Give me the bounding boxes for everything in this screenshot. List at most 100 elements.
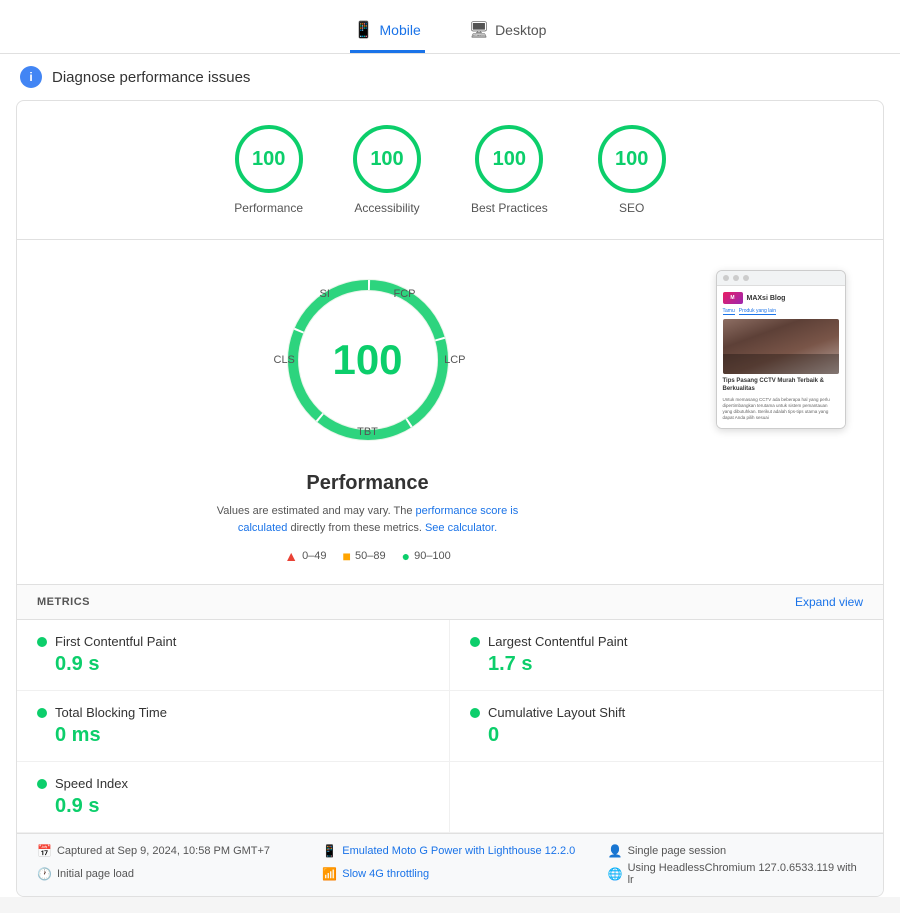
legend-range-green: 90–100 (414, 550, 451, 562)
preview-content: M MAXsi Blog Tamu Produk yang lain Tips … (717, 286, 845, 428)
preview-article-text: Untuk memasang CCTV ada beberapa hal yan… (723, 397, 839, 422)
preview-nav: Tamu Produk yang lain (723, 308, 839, 315)
legend-range-red: 0–49 (302, 550, 326, 562)
note-mid: directly from these metrics. (290, 522, 421, 534)
clock-icon: 🕐 (37, 867, 52, 881)
preview-image-overlay (723, 354, 839, 374)
detail-section: 100 SI FCP CLS LCP TBT Performance Value… (17, 240, 883, 584)
preview-area: M MAXsi Blog Tamu Produk yang lain Tips … (708, 260, 853, 564)
footer-captured-text: Captured at Sep 9, 2024, 10:58 PM GMT+7 (57, 845, 270, 857)
score-label-best-practices: Best Practices (471, 201, 548, 215)
footer-session: 👤 Single page session (608, 844, 863, 858)
score-label-accessibility: Accessibility (354, 201, 419, 215)
metric-fcp-name: First Contentful Paint (55, 634, 176, 649)
metric-tbt: Total Blocking Time 0 ms (17, 691, 450, 762)
main-card: 100 Performance 100 Accessibility 100 Be… (16, 100, 884, 897)
metric-lcp-value: 1.7 s (470, 653, 863, 676)
score-label-performance: Performance (234, 201, 303, 215)
scores-row: 100 Performance 100 Accessibility 100 Be… (17, 101, 883, 240)
throttling-link[interactable]: Slow 4G throttling (342, 868, 429, 880)
gauge-area: 100 SI FCP CLS LCP TBT Performance Value… (47, 260, 688, 564)
score-value-performance: 100 (252, 148, 285, 171)
score-label-seo: SEO (619, 201, 644, 215)
score-circle-seo: 100 (598, 125, 666, 193)
metrics-header: METRICS Expand view (17, 584, 883, 620)
legend-green: ● 90–100 (402, 548, 451, 564)
browser-dot-2 (733, 275, 739, 281)
metric-cls-name: Cumulative Layout Shift (488, 705, 625, 720)
browser-dot-3 (743, 275, 749, 281)
preview-nav-item-1: Tamu (723, 308, 735, 315)
metric-cls: Cumulative Layout Shift 0 (450, 691, 883, 762)
metric-si-value: 0.9 s (37, 795, 429, 818)
gauge-label-si: SI (320, 288, 330, 300)
footer-browser: 🌐 Using HeadlessChromium 127.0.6533.119 … (608, 862, 863, 886)
legend-red: ▲ 0–49 (284, 548, 326, 564)
gauge-label-cls: CLS (274, 354, 295, 366)
gauge-score: 100 (332, 336, 402, 384)
metric-empty (450, 762, 883, 833)
person-icon: 👤 (608, 844, 623, 858)
preview-site-header: M MAXsi Blog (723, 292, 839, 304)
metric-fcp-dot (37, 637, 47, 647)
metric-tbt-name: Total Blocking Time (55, 705, 167, 720)
preview-article-title: Tips Pasang CCTV Murah Terbaik & Berkual… (723, 378, 839, 394)
perf-title: Performance (306, 472, 428, 495)
gauge-label-lcp: LCP (444, 354, 465, 366)
tab-desktop[interactable]: 🖥 Desktop (465, 12, 551, 53)
diagnose-icon: i (20, 66, 42, 88)
score-value-seo: 100 (615, 148, 648, 171)
metric-tbt-value: 0 ms (37, 724, 429, 747)
footer-device-text: Emulated Moto G Power with Lighthouse 12… (342, 845, 575, 857)
diagnose-title: Diagnose performance issues (52, 69, 250, 86)
footer-initial-text: Initial page load (57, 868, 134, 880)
preview-browser-bar (717, 271, 845, 286)
browser-dot-1 (723, 275, 729, 281)
score-best-practices: 100 Best Practices (471, 125, 548, 215)
gauge-container: 100 SI FCP CLS LCP TBT (268, 260, 468, 460)
metric-tbt-dot (37, 708, 47, 718)
metric-si-name: Speed Index (55, 776, 128, 791)
footer-device: 📱 Emulated Moto G Power with Lighthouse … (322, 844, 577, 858)
calc-link[interactable]: See calculator. (425, 522, 497, 534)
score-circle-accessibility: 100 (353, 125, 421, 193)
tabs-bar: 📱 Mobile 🖥 Desktop (0, 0, 900, 54)
metric-lcp-dot (470, 637, 480, 647)
tab-mobile-label: Mobile (380, 22, 421, 38)
score-value-accessibility: 100 (370, 148, 403, 171)
footer-session-text: Single page session (628, 845, 726, 857)
device-link[interactable]: Emulated Moto G Power with Lighthouse 12… (342, 845, 575, 857)
metric-fcp-value: 0.9 s (37, 653, 429, 676)
footer-initial: 🕐 Initial page load (37, 862, 292, 886)
wifi-icon: 📶 (322, 867, 337, 881)
note-main: Values are estimated and may vary. The (217, 505, 413, 517)
metrics-grid: First Contentful Paint 0.9 s Largest Con… (17, 620, 883, 833)
footer-bar: 📅 Captured at Sep 9, 2024, 10:58 PM GMT+… (17, 833, 883, 896)
legend-square-orange: ■ (343, 548, 351, 564)
score-accessibility: 100 Accessibility (353, 125, 421, 215)
legend-orange: ■ 50–89 (343, 548, 386, 564)
perf-note: Values are estimated and may vary. The p… (198, 503, 538, 536)
legend-circle-green: ● (402, 548, 410, 564)
score-seo: 100 SEO (598, 125, 666, 215)
legend-row: ▲ 0–49 ■ 50–89 ● 90–100 (284, 548, 451, 564)
gauge-label-fcp: FCP (394, 288, 416, 300)
metric-si-header: Speed Index (37, 776, 429, 791)
mobile-icon: 📱 (354, 20, 374, 40)
metric-lcp-header: Largest Contentful Paint (470, 634, 863, 649)
expand-view-button[interactable]: Expand view (795, 595, 863, 609)
metric-cls-value: 0 (470, 724, 863, 747)
metric-si-dot (37, 779, 47, 789)
metric-cls-dot (470, 708, 480, 718)
legend-range-orange: 50–89 (355, 550, 386, 562)
metric-fcp: First Contentful Paint 0.9 s (17, 620, 450, 691)
legend-triangle-red: ▲ (284, 548, 298, 564)
tab-mobile[interactable]: 📱 Mobile (350, 12, 425, 53)
tab-desktop-label: Desktop (495, 22, 546, 38)
gauge-label-tbt: TBT (357, 426, 378, 438)
footer-browser-text: Using HeadlessChromium 127.0.6533.119 wi… (628, 862, 863, 886)
diagnose-bar: i Diagnose performance issues (0, 54, 900, 100)
metric-cls-header: Cumulative Layout Shift (470, 705, 863, 720)
device-icon: 📱 (322, 844, 337, 858)
preview-nav-item-2: Produk yang lain (739, 308, 776, 315)
